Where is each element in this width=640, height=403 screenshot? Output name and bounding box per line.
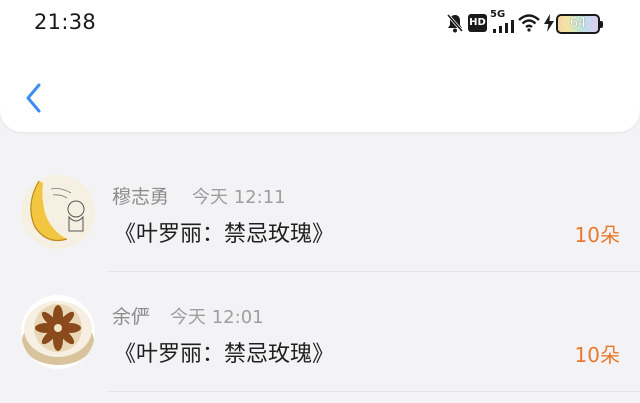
list-item[interactable]: 余俨 今天 12:01 《叶罗丽：禁忌玫瑰》 10朵 <box>0 272 640 392</box>
gift-title: 《叶罗丽：禁忌玫瑰》 <box>114 222 335 247</box>
send-time: 今天 12:11 <box>192 187 286 208</box>
sender-name: 余俨 <box>112 306 151 328</box>
list-item[interactable]: 穆志勇 今天 12:11 《叶罗丽：禁忌玫瑰》 10朵 <box>0 152 640 272</box>
network-type-label: 5G <box>490 9 506 20</box>
back-button[interactable] <box>20 78 50 118</box>
sender-name: 穆志勇 <box>112 186 170 208</box>
gift-count: 10朵 <box>574 223 620 247</box>
wifi-icon <box>518 14 540 32</box>
5g-signal-icon: 5G <box>490 9 516 34</box>
gift-record-list: 穆志勇 今天 12:11 《叶罗丽：禁忌玫瑰》 10朵 余俨 今天 12:01 … <box>0 152 640 392</box>
gift-title: 《叶罗丽：禁忌玫瑰》 <box>114 342 335 367</box>
divider <box>108 391 640 392</box>
charging-bolt-icon <box>544 14 554 32</box>
status-time: 21:38 <box>34 10 97 34</box>
battery-level: 64 <box>569 16 587 31</box>
avatar[interactable] <box>21 295 95 369</box>
mute-icon <box>446 14 464 33</box>
battery-icon: 64 <box>556 14 603 34</box>
top-bar: 21:38 HD 5G 64 <box>0 0 640 132</box>
chevron-left-icon <box>26 83 41 113</box>
send-time: 今天 12:01 <box>170 307 264 328</box>
avatar[interactable] <box>21 175 95 249</box>
hd-icon: HD <box>468 14 487 32</box>
gift-count: 10朵 <box>574 343 620 367</box>
